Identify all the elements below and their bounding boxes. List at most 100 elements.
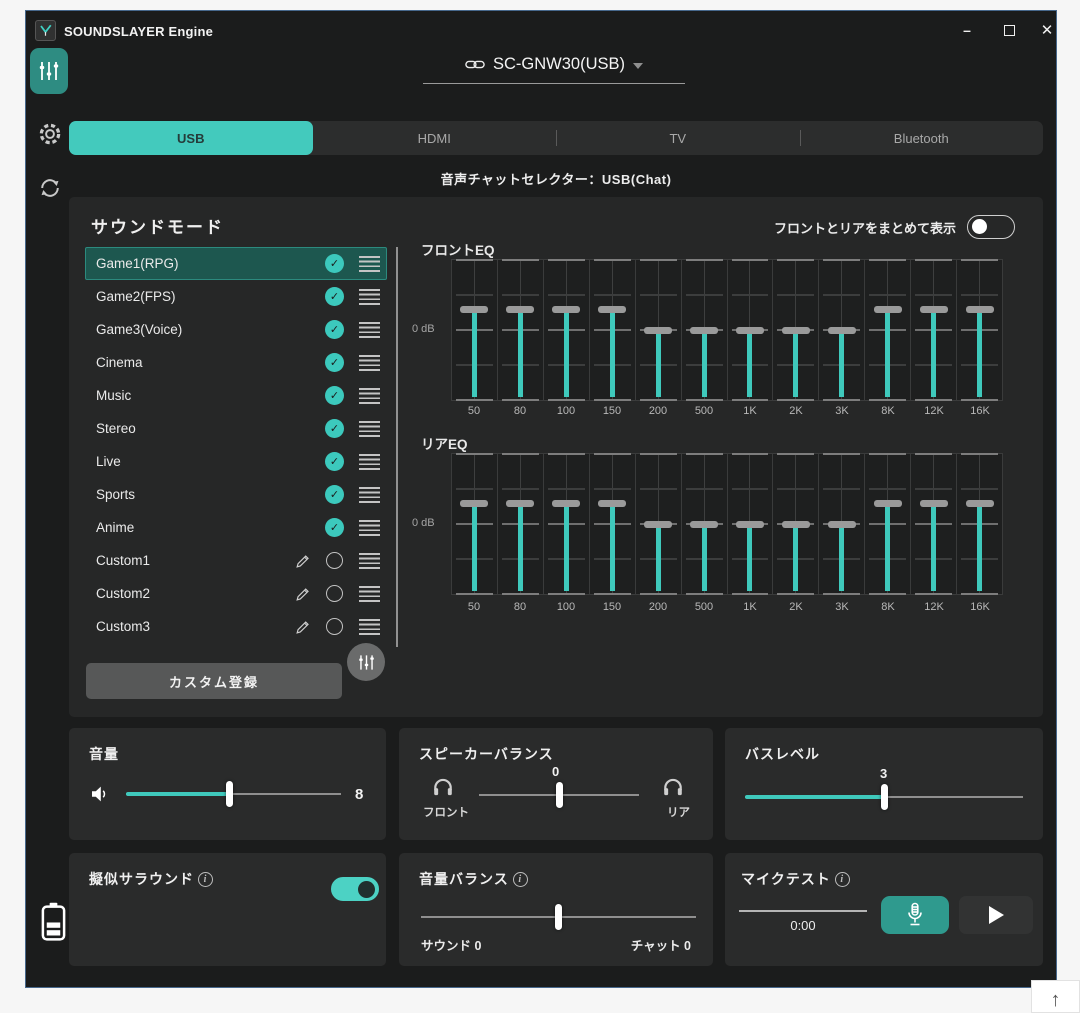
eq-slider-handle[interactable] (874, 306, 902, 313)
sound-mode-label: Game2(FPS) (86, 289, 176, 304)
combine-front-rear-toggle[interactable] (967, 215, 1015, 239)
drag-handle-icon[interactable] (359, 586, 380, 602)
tab-label: Bluetooth (894, 131, 949, 146)
sound-mode-row[interactable]: Custom3 (85, 610, 387, 643)
eq-slider-handle[interactable] (552, 500, 580, 507)
tab-tv[interactable]: TV (556, 121, 800, 155)
minimize-button[interactable]: – (952, 17, 982, 43)
drag-handle-icon[interactable] (359, 619, 380, 635)
eq-slider-handle[interactable] (598, 306, 626, 313)
checked-icon[interactable]: ✓ (325, 254, 344, 273)
drag-handle-icon[interactable] (359, 322, 380, 338)
sound-mode-row[interactable]: Game1(RPG)✓ (85, 247, 387, 280)
eq-slider-handle[interactable] (736, 521, 764, 528)
sidebar-equalizer-button[interactable] (30, 48, 68, 94)
eq-slider-handle[interactable] (782, 521, 810, 528)
eq-gridline (640, 453, 677, 455)
drag-handle-icon[interactable] (359, 520, 380, 536)
sound-mode-row[interactable]: Game2(FPS) ✓ (85, 280, 387, 313)
drag-handle-icon[interactable] (359, 454, 380, 470)
eq-level-bar (518, 503, 523, 591)
gear-icon (37, 121, 63, 147)
sound-mode-row[interactable]: Live✓ (85, 445, 387, 478)
tab-usb[interactable]: USB (69, 121, 313, 155)
eq-slider-handle[interactable] (828, 521, 856, 528)
sound-mode-row[interactable]: Sports✓ (85, 478, 387, 511)
drag-handle-icon[interactable] (359, 553, 380, 569)
combine-front-rear-row: フロントとリアをまとめて表示 (774, 215, 1015, 239)
mic-play-button[interactable] (959, 896, 1033, 934)
sound-mode-row[interactable]: Anime✓ (85, 511, 387, 544)
checked-icon[interactable]: ✓ (325, 386, 344, 405)
eq-band-frequency-label: 200 (635, 405, 681, 417)
eq-gridline (456, 399, 493, 401)
drag-handle-icon[interactable] (359, 487, 380, 503)
eq-band-frequency-label: 150 (589, 405, 635, 417)
main-panel: サウンドモード Game1(RPG)✓Game2(FPS)✓Game3(Voic… (69, 197, 1043, 717)
drag-handle-icon[interactable] (359, 388, 380, 404)
eq-gridline (777, 488, 814, 490)
edit-pencil-icon[interactable] (294, 552, 312, 570)
tab-bluetooth[interactable]: Bluetooth (800, 121, 1044, 155)
eq-slider-handle[interactable] (598, 500, 626, 507)
drag-handle-icon[interactable] (359, 355, 380, 371)
eq-slider-handle[interactable] (644, 327, 672, 334)
sound-mode-row[interactable]: Music✓ (85, 379, 387, 412)
volume-slider-handle[interactable] (226, 781, 233, 807)
checked-icon[interactable]: ✓ (325, 485, 344, 504)
eq-slider-handle[interactable] (920, 500, 948, 507)
unchecked-icon[interactable] (326, 552, 343, 569)
sound-mode-row[interactable]: Custom2 (85, 577, 387, 610)
custom-register-button[interactable]: カスタム登録 (86, 663, 342, 699)
edit-pencil-icon[interactable] (294, 585, 312, 603)
checked-icon[interactable]: ✓ (325, 518, 344, 537)
bass-slider-handle[interactable] (881, 784, 888, 810)
checked-icon[interactable]: ✓ (325, 452, 344, 471)
mic-record-button[interactable] (881, 896, 949, 934)
maximize-button[interactable] (994, 17, 1024, 43)
eq-slider-handle[interactable] (460, 306, 488, 313)
info-icon[interactable] (513, 872, 528, 887)
drag-handle-icon[interactable] (359, 289, 380, 305)
eq-slider-handle[interactable] (644, 521, 672, 528)
refresh-button[interactable] (35, 173, 65, 203)
eq-slider-handle[interactable] (782, 327, 810, 334)
info-icon[interactable] (835, 872, 850, 887)
eq-slider-handle[interactable] (690, 521, 718, 528)
eq-slider-handle[interactable] (874, 500, 902, 507)
sound-mode-row[interactable]: Cinema✓ (85, 346, 387, 379)
checked-icon[interactable]: ✓ (325, 320, 344, 339)
surround-toggle[interactable] (331, 877, 379, 901)
drag-handle-icon[interactable] (359, 421, 380, 437)
device-selector[interactable]: SC-GNW30(USB) (423, 55, 685, 84)
eq-slider-handle[interactable] (506, 500, 534, 507)
eq-slider-handle[interactable] (828, 327, 856, 334)
sound-mode-row[interactable]: Stereo✓ (85, 412, 387, 445)
mode-list-scrollbar[interactable] (396, 247, 398, 647)
eq-slider-handle[interactable] (966, 500, 994, 507)
tab-hdmi[interactable]: HDMI (313, 121, 557, 155)
checked-icon[interactable]: ✓ (325, 287, 344, 306)
volume-balance-handle[interactable] (555, 904, 562, 930)
unchecked-icon[interactable] (326, 618, 343, 635)
eq-slider-handle[interactable] (552, 306, 580, 313)
drag-handle-icon[interactable] (359, 256, 380, 272)
sound-mode-row[interactable]: Custom1 (85, 544, 387, 577)
close-button[interactable]: ✕ (1032, 17, 1062, 43)
eq-slider-handle[interactable] (736, 327, 764, 334)
checked-icon[interactable]: ✓ (325, 419, 344, 438)
eq-slider-handle[interactable] (920, 306, 948, 313)
checked-icon[interactable]: ✓ (325, 353, 344, 372)
info-icon[interactable] (198, 872, 213, 887)
eq-slider-handle[interactable] (460, 500, 488, 507)
eq-slider-handle[interactable] (506, 306, 534, 313)
eq-slider-handle[interactable] (966, 306, 994, 313)
settings-button[interactable] (35, 119, 65, 149)
unchecked-icon[interactable] (326, 585, 343, 602)
scroll-to-top-button[interactable]: ↑ (1031, 980, 1080, 1013)
speaker-balance-handle[interactable] (556, 782, 563, 808)
custom-eq-button[interactable] (347, 643, 385, 681)
eq-slider-handle[interactable] (690, 327, 718, 334)
edit-pencil-icon[interactable] (294, 618, 312, 636)
sound-mode-row[interactable]: Game3(Voice)✓ (85, 313, 387, 346)
